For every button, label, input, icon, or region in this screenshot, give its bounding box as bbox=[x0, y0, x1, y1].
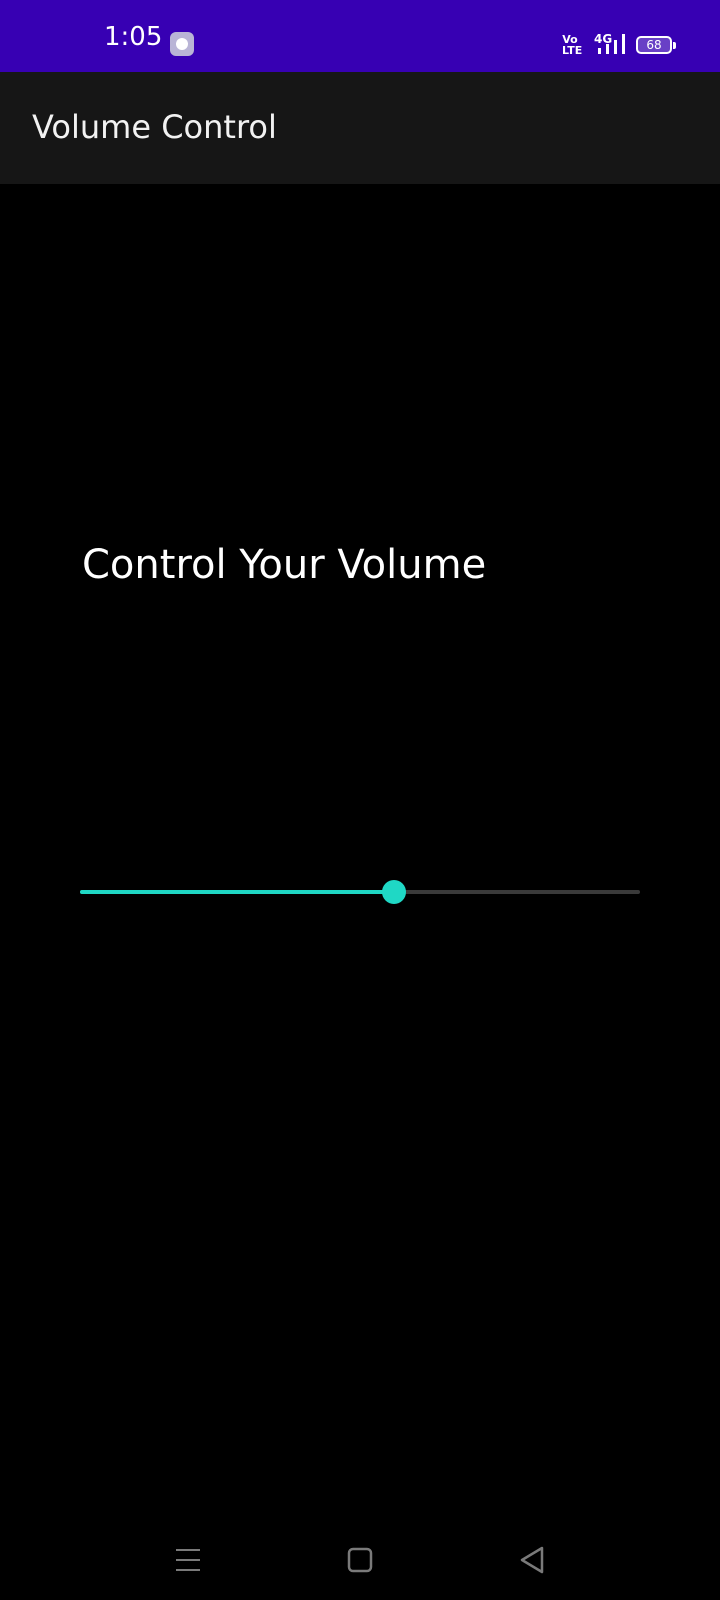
signal-icon bbox=[598, 34, 625, 54]
system-nav-bar bbox=[0, 1520, 720, 1600]
menu-icon[interactable] bbox=[164, 1536, 212, 1584]
back-icon[interactable] bbox=[508, 1536, 556, 1584]
volte-bottom-label: LTE bbox=[562, 44, 583, 57]
status-time: 1:05 bbox=[104, 22, 163, 52]
battery-icon: 68 bbox=[636, 36, 676, 54]
app-title: Volume Control bbox=[32, 108, 277, 146]
page-heading: Control Your Volume bbox=[82, 542, 487, 588]
app-bar: Volume Control bbox=[0, 72, 720, 184]
settings-notification-icon bbox=[170, 32, 194, 56]
screen: 1:05 Vo LTE 4G 68 Volume Control Control … bbox=[0, 0, 720, 1600]
volume-slider[interactable] bbox=[80, 872, 640, 912]
status-bar: 1:05 Vo LTE 4G 68 bbox=[0, 0, 720, 72]
slider-active-track[interactable] bbox=[80, 890, 394, 894]
slider-thumb[interactable] bbox=[382, 880, 406, 904]
volte-icon: Vo LTE bbox=[562, 34, 582, 56]
home-icon[interactable] bbox=[336, 1536, 384, 1584]
